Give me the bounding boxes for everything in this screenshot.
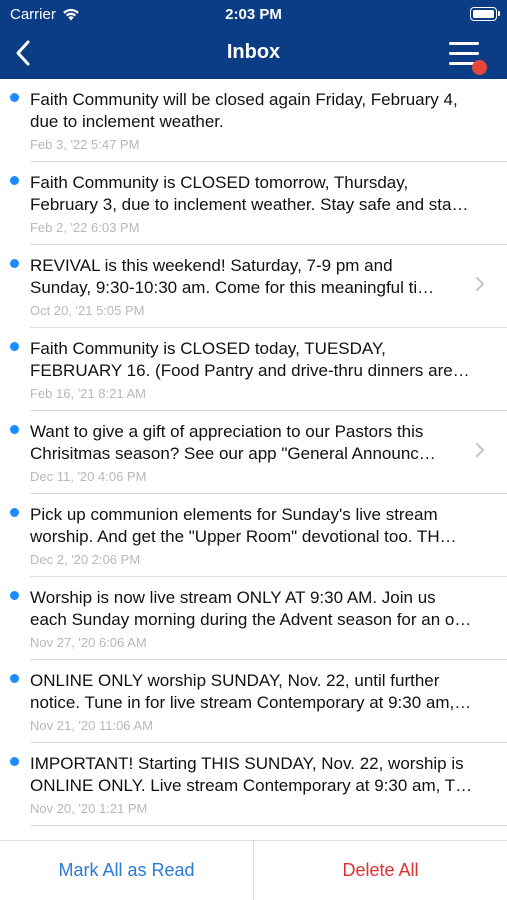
chevron-right-icon (476, 443, 484, 457)
app-header: Carrier 2:03 PM Inbox (0, 0, 507, 79)
message-date: Dec 11, '20 4:06 PM (30, 469, 147, 484)
nav-bar: Inbox (0, 28, 507, 79)
message-text-line: February 3, due to inclement weather. St… (30, 195, 469, 214)
clock: 2:03 PM (225, 6, 282, 23)
message-text-line: IMPORTANT! Starting THIS SUNDAY, Nov. 22… (30, 754, 464, 773)
message-item[interactable]: Want to give a gift of appreciation to o… (0, 411, 507, 494)
message-text-line: Faith Community is CLOSED today, TUESDAY… (30, 339, 386, 358)
chevron-right-icon (476, 277, 484, 291)
message-preview: Faith Community will be closed again Fri… (30, 89, 495, 133)
page-title: Inbox (226, 41, 281, 63)
message-date: Feb 3, '22 5:47 PM (30, 137, 140, 152)
status-bar: Carrier 2:03 PM (0, 0, 507, 28)
message-preview: REVIVAL is this weekend! Saturday, 7-9 p… (30, 255, 463, 299)
message-preview: ONLINE ONLY worship SUNDAY, Nov. 22, unt… (30, 670, 495, 714)
menu-button[interactable] (449, 38, 487, 75)
message-date: Nov 21, '20 11:06 AM (30, 718, 153, 733)
unread-indicator (10, 342, 19, 351)
message-item[interactable]: REVIVAL is this weekend! Saturday, 7-9 p… (0, 245, 507, 328)
unread-indicator (10, 259, 19, 268)
message-text-line: Faith Community will be closed again Fri… (30, 90, 458, 109)
notification-badge (472, 60, 487, 75)
battery-icon (470, 7, 500, 21)
unread-indicator (10, 508, 19, 517)
message-text-line: worship. And get the "Upper Room" devoti… (30, 527, 457, 546)
unread-indicator (10, 591, 19, 600)
message-item[interactable]: Faith Community is CLOSED tomorrow, Thur… (0, 162, 507, 245)
message-preview: Faith Community is CLOSED today, TUESDAY… (30, 338, 495, 382)
mark-all-read-button[interactable]: Mark All as Read (0, 841, 254, 900)
message-item[interactable]: Faith Community is CLOSED today, TUESDAY… (0, 328, 507, 411)
message-text-line: Faith Community is CLOSED tomorrow, Thur… (30, 173, 409, 192)
unread-indicator (10, 93, 19, 102)
message-preview: Faith Community is CLOSED tomorrow, Thur… (30, 172, 495, 216)
message-date: Nov 20, '20 1:21 PM (30, 801, 148, 816)
message-item[interactable]: ONLINE ONLY worship SUNDAY, Nov. 22, unt… (0, 660, 507, 743)
message-text-line: Chrisitmas season? See our app "General … (30, 444, 436, 463)
message-date: Feb 16, '21 8:21 AM (30, 386, 146, 401)
message-item[interactable]: Faith Community will be closed again Fri… (0, 79, 507, 162)
message-text-line: each Sunday morning during the Advent se… (30, 610, 472, 629)
message-item[interactable]: Pick up communion elements for Sunday's … (0, 494, 507, 577)
message-date: Dec 2, '20 2:06 PM (30, 552, 141, 567)
message-text-line: Pick up communion elements for Sunday's … (30, 505, 438, 524)
unread-indicator (10, 674, 19, 683)
message-text-line: notice. Tune in for live stream Contempo… (30, 693, 472, 712)
message-preview: Want to give a gift of appreciation to o… (30, 421, 463, 465)
message-date: Oct 20, '21 5:05 PM (30, 303, 145, 318)
message-text-line: ONLINE ONLY. Live stream Contemporary at… (30, 776, 473, 795)
unread-indicator (10, 757, 19, 766)
message-list: Faith Community will be closed again Fri… (0, 79, 507, 840)
message-preview: Worship is now live stream ONLY AT 9:30 … (30, 587, 495, 631)
message-text-line: FEBRUARY 16. (Food Pantry and drive-thru… (30, 361, 470, 380)
message-item[interactable]: Worship is now live stream ONLY AT 9:30 … (0, 577, 507, 660)
hamburger-icon (449, 42, 479, 45)
message-date: Feb 2, '22 6:03 PM (30, 220, 140, 235)
message-preview: IMPORTANT! Starting THIS SUNDAY, Nov. 22… (30, 753, 495, 797)
footer-toolbar: Mark All as Read Delete All (0, 840, 507, 900)
message-item[interactable]: IMPORTANT! Starting THIS SUNDAY, Nov. 22… (0, 743, 507, 826)
message-text-line: due to inclement weather. (30, 112, 224, 131)
unread-indicator (10, 425, 19, 434)
message-preview: Pick up communion elements for Sunday's … (30, 504, 495, 548)
message-text-line: ONLINE ONLY worship SUNDAY, Nov. 22, unt… (30, 671, 440, 690)
message-text-line: REVIVAL is this weekend! Saturday, 7-9 p… (30, 256, 393, 275)
message-text-line: Worship is now live stream ONLY AT 9:30 … (30, 588, 436, 607)
message-text-line: Sunday, 9:30-10:30 am. Come for this mea… (30, 278, 435, 297)
message-date: Nov 27, '20 6:06 AM (30, 635, 147, 650)
unread-indicator (10, 176, 19, 185)
message-text-line: Want to give a gift of appreciation to o… (30, 422, 424, 441)
delete-all-button[interactable]: Delete All (254, 841, 507, 900)
